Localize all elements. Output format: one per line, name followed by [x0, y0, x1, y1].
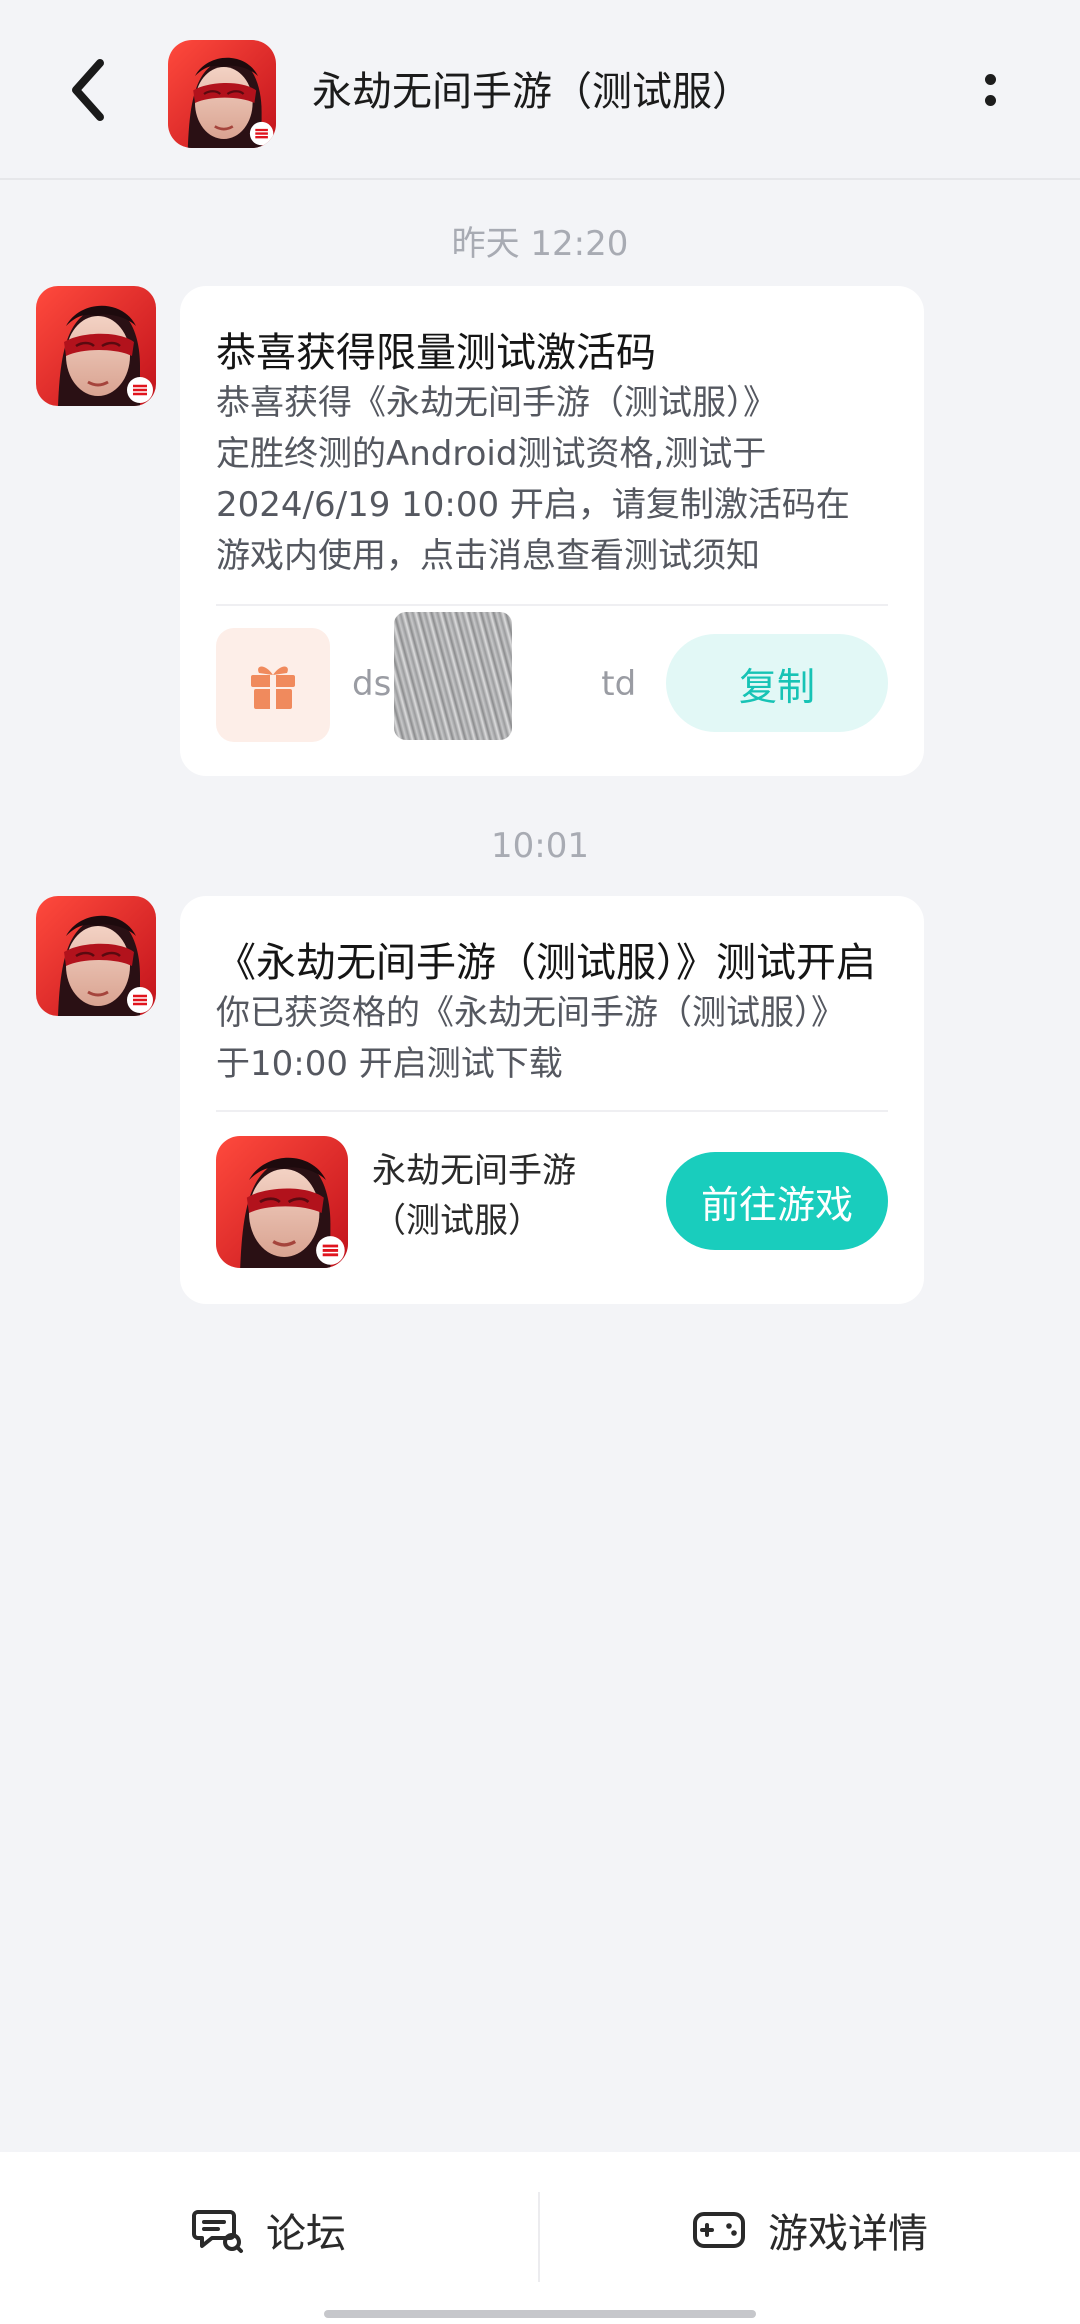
- copy-button[interactable]: 复制: [666, 634, 888, 732]
- message-body-line: 定胜终测的Android测试资格,测试于: [216, 434, 767, 474]
- gift-icon: [251, 666, 295, 709]
- bottom-action-bar: 论坛 游戏详情: [0, 2152, 1080, 2324]
- game-name-line: （测试服）: [372, 1201, 542, 1241]
- more-options-button[interactable]: [960, 60, 1020, 120]
- message-body-line: 恭喜获得《永劫无间手游（测试服）》: [216, 383, 777, 423]
- card-divider: [216, 604, 888, 606]
- message-card-test-open[interactable]: 《永劫无间手游（测试服）》测试开启 你已获资格的《永劫无间手游（测试服）》 于1…: [180, 896, 924, 1304]
- gamepad-icon: [693, 2212, 745, 2248]
- message-title: 恭喜获得限量测试激活码: [216, 330, 656, 376]
- game-name: 永劫无间手游 （测试服）: [372, 1146, 612, 1246]
- chat-bubble-icon: [192, 2210, 243, 2253]
- home-indicator[interactable]: [324, 2310, 756, 2318]
- activation-code-suffix: td: [601, 664, 637, 704]
- message-body: 恭喜获得《永劫无间手游（测试服）》 定胜终测的Android测试资格,测试于 2…: [216, 378, 896, 582]
- page-title: 永劫无间手游（测试服）: [312, 69, 752, 115]
- forum-label: 论坛: [266, 2211, 346, 2257]
- message-body-line: 于10:00 开启测试下载: [216, 1044, 563, 1084]
- gift-badge: [216, 628, 330, 742]
- message-card-activation-code[interactable]: 恭喜获得限量测试激活码 恭喜获得《永劫无间手游（测试服）》 定胜终测的Andro…: [180, 286, 924, 776]
- message-body-line: 你已获资格的《永劫无间手游（测试服）》: [216, 993, 845, 1033]
- more-vertical-icon-dot: [984, 95, 996, 106]
- card-divider: [216, 1110, 888, 1112]
- chevron-left-icon: [72, 59, 104, 121]
- sender-avatar[interactable]: [36, 896, 156, 1016]
- game-details-label: 游戏详情: [768, 2211, 928, 2257]
- game-icon[interactable]: [216, 1136, 348, 1268]
- back-button[interactable]: [48, 50, 128, 130]
- message-body-line: 游戏内使用，点击消息查看测试须知: [216, 536, 760, 576]
- message-title: 《永劫无间手游（测试服）》测试开启: [216, 940, 876, 986]
- message-timestamp: 昨天 12:20: [451, 224, 629, 264]
- go-to-game-button[interactable]: 前往游戏: [666, 1152, 888, 1250]
- game-details-tab[interactable]: 游戏详情: [540, 2188, 1080, 2272]
- code-redaction: [394, 612, 512, 740]
- top-nav-bar: 永劫无间手游（测试服）: [0, 0, 1080, 180]
- activation-code-prefix: ds: [352, 664, 392, 704]
- forum-tab[interactable]: 论坛: [0, 2188, 538, 2272]
- game-avatar[interactable]: [168, 40, 276, 148]
- game-name-line: 永劫无间手游: [372, 1151, 576, 1191]
- message-body: 你已获资格的《永劫无间手游（测试服）》 于10:00 开启测试下载: [216, 988, 896, 1090]
- message-body-line: 2024/6/19 10:00 开启，请复制激活码在: [216, 485, 850, 525]
- screen: 永劫无间手游（测试服） 昨天 12:20 恭喜获得限量测试激活码 恭喜获得《永劫…: [0, 0, 1080, 2324]
- sender-avatar[interactable]: [36, 286, 156, 406]
- message-timestamp: 10:01: [491, 826, 589, 866]
- more-vertical-icon: [984, 74, 996, 85]
